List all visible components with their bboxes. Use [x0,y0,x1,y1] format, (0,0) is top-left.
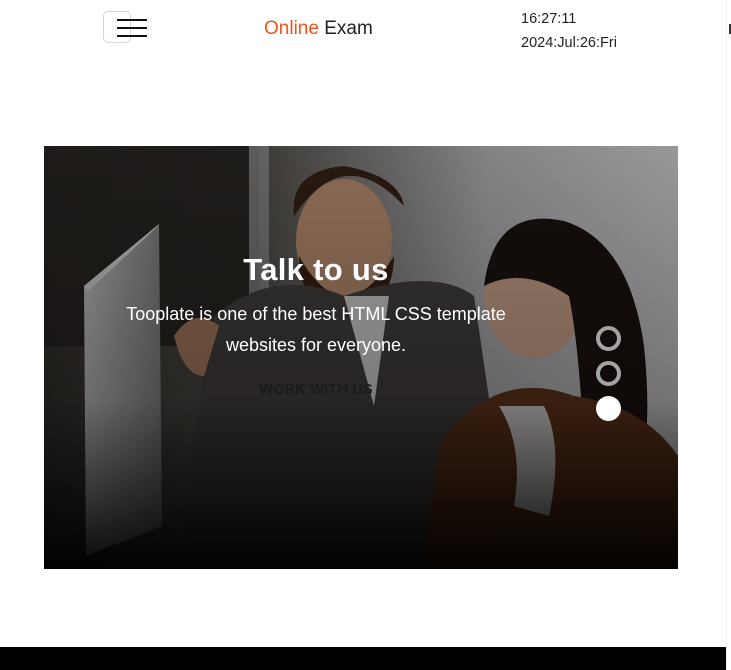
scrollbar[interactable] [726,0,731,670]
menu-icon-bar [117,35,147,37]
slide-caption: Talk to us Tooplate is one of the best H… [104,250,528,399]
brand-word: Exam [324,18,373,39]
brand-logo[interactable]: Online Exam [264,17,373,41]
menu-icon-bar [117,19,147,21]
slide-title: Talk to us [243,252,389,287]
carousel-indicator-3[interactable] [596,396,621,421]
slide-text: Tooplate is one of the best HTML CSS tem… [126,304,506,355]
carousel-indicator-2[interactable] [596,361,621,386]
clock-date: 2024:Jul:26:Fri [521,35,617,51]
menu-icon-bar [117,27,147,29]
clock-display: 16:27:11 2024:Jul:26:Fri [521,7,617,55]
clock-time: 16:27:11 [521,11,577,27]
hamburger-menu-button[interactable] [103,11,147,43]
footer [0,647,726,670]
hero-carousel: Talk to us Tooplate is one of the best H… [44,146,678,569]
work-with-us-link[interactable]: WORK WITH US [259,382,373,398]
top-navbar: Online Exam 16:27:11 2024:Jul:26:Fri [0,0,726,60]
brand-accent-word: Online [264,18,319,39]
carousel-indicators [596,326,621,431]
carousel-indicator-1[interactable] [596,326,621,351]
